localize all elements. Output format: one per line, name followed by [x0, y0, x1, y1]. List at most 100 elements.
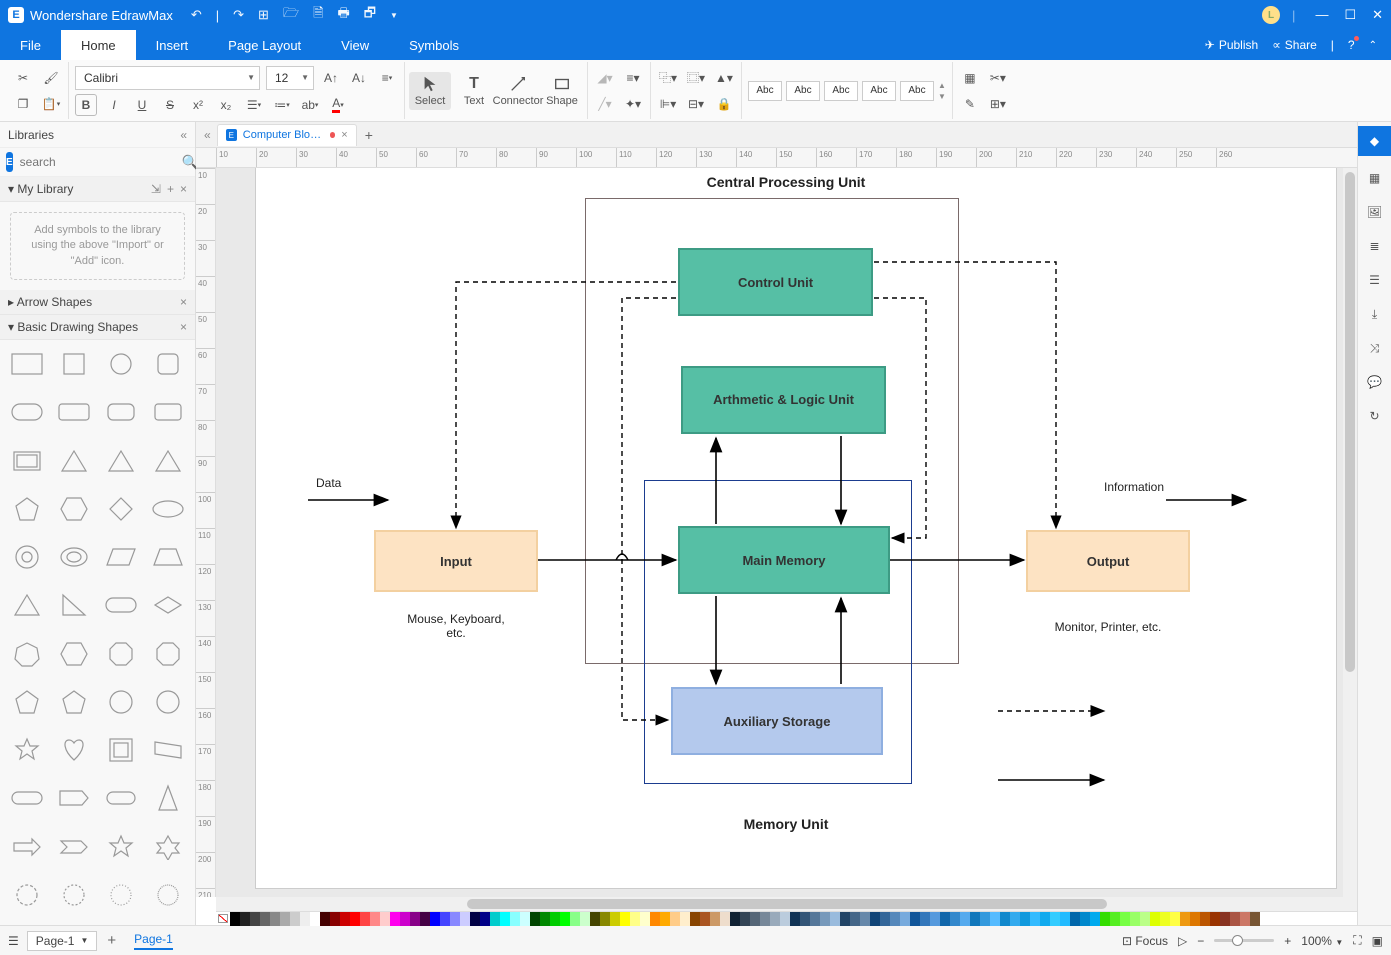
color-swatch[interactable]	[800, 912, 810, 926]
style-scroll-up[interactable]: ▲	[938, 81, 946, 90]
color-swatch[interactable]	[430, 912, 440, 926]
print-button[interactable]: 🖶	[338, 4, 350, 26]
grid-panel-icon[interactable]: ▦	[1363, 166, 1387, 190]
canvas[interactable]: Central Processing Unit Memory Unit Cont…	[216, 168, 1357, 897]
color-swatch[interactable]	[670, 912, 680, 926]
color-swatch[interactable]	[820, 912, 830, 926]
style-preset-1[interactable]: Abc	[748, 81, 782, 101]
color-swatch[interactable]	[250, 912, 260, 926]
color-swatch[interactable]	[420, 912, 430, 926]
color-swatch[interactable]	[1170, 912, 1180, 926]
export-button[interactable]: 🗗	[364, 4, 376, 26]
color-swatch[interactable]	[600, 912, 610, 926]
comment-panel-icon[interactable]: 💬	[1363, 370, 1387, 394]
block-output[interactable]: Output	[1026, 530, 1190, 592]
color-swatch[interactable]	[280, 912, 290, 926]
color-swatch[interactable]	[500, 912, 510, 926]
color-swatch[interactable]	[330, 912, 340, 926]
shape-triangle-iso[interactable]	[6, 587, 47, 623]
shape-rounded-rect-3[interactable]	[101, 394, 142, 430]
color-swatch[interactable]	[240, 912, 250, 926]
color-swatch[interactable]	[490, 912, 500, 926]
shape-pentagon-2[interactable]	[6, 684, 47, 720]
effects-button[interactable]: ✦▾	[622, 93, 644, 115]
publish-button[interactable]: ✈Publish	[1205, 38, 1258, 52]
color-swatch[interactable]	[1040, 912, 1050, 926]
style-preset-3[interactable]: Abc	[824, 81, 858, 101]
label-information[interactable]: Information	[1104, 480, 1164, 494]
tab-view[interactable]: View	[321, 30, 389, 60]
close-section-icon[interactable]: ×	[180, 295, 187, 309]
library-logo-icon[interactable]: E	[6, 152, 13, 172]
close-section-icon[interactable]: ×	[180, 320, 187, 334]
lock-button[interactable]: 🔒	[713, 93, 735, 115]
fit-page-button[interactable]: ⛶	[1353, 933, 1361, 948]
shape-hexagon[interactable]	[53, 491, 94, 527]
color-swatch[interactable]	[960, 912, 970, 926]
color-swatch[interactable]	[1150, 912, 1160, 926]
font-family-dropdown[interactable]: Calibri▼	[75, 66, 260, 90]
block-input[interactable]: Input	[374, 530, 538, 592]
shape-tag[interactable]	[53, 780, 94, 816]
color-swatch[interactable]	[260, 912, 270, 926]
color-swatch[interactable]	[290, 912, 300, 926]
arrange-button[interactable]: ⿴▾	[685, 67, 707, 89]
shape-octagon[interactable]	[101, 636, 142, 672]
color-swatch[interactable]	[1230, 912, 1240, 926]
color-swatch[interactable]	[340, 912, 350, 926]
color-swatch[interactable]	[780, 912, 790, 926]
shape-rectangle[interactable]	[6, 346, 47, 382]
color-swatch[interactable]	[790, 912, 800, 926]
tab-home[interactable]: Home	[61, 30, 136, 60]
color-swatch[interactable]	[640, 912, 650, 926]
shape-ellipse[interactable]	[148, 491, 189, 527]
new-button[interactable]: ⊞	[258, 7, 269, 23]
shape-donut[interactable]	[6, 539, 47, 575]
add-page-button[interactable]: +	[107, 932, 116, 949]
color-swatch[interactable]	[380, 912, 390, 926]
color-swatch[interactable]	[1030, 912, 1040, 926]
underline-button[interactable]: U	[131, 94, 153, 116]
diagram-title-memory[interactable]: Memory Unit	[676, 816, 896, 832]
color-swatch[interactable]	[880, 912, 890, 926]
color-swatch[interactable]	[610, 912, 620, 926]
shape-triangle-tall[interactable]	[148, 780, 189, 816]
block-alu[interactable]: Arthmetic & Logic Unit	[681, 366, 886, 434]
cut-button[interactable]: ✂	[12, 67, 34, 89]
decrease-font-button[interactable]: A↓	[348, 67, 370, 89]
color-swatch[interactable]	[1160, 912, 1170, 926]
color-swatch[interactable]	[770, 912, 780, 926]
style-scroll-down[interactable]: ▼	[938, 92, 946, 101]
shape-pentagon-3[interactable]	[53, 684, 94, 720]
increase-font-button[interactable]: A↑	[320, 67, 342, 89]
select-tool[interactable]: Select	[409, 72, 451, 110]
fullscreen-button[interactable]: ▣	[1372, 934, 1383, 948]
shape-star-6[interactable]	[148, 829, 189, 865]
zoom-in-button[interactable]: +	[1284, 934, 1291, 948]
line-color-button[interactable]: ╱▾	[594, 93, 616, 115]
block-control-unit[interactable]: Control Unit	[678, 248, 873, 316]
color-swatch[interactable]	[410, 912, 420, 926]
color-swatch[interactable]	[580, 912, 590, 926]
distribute-button[interactable]: ⊟▾	[685, 93, 707, 115]
color-swatch[interactable]	[590, 912, 600, 926]
color-swatch[interactable]	[560, 912, 570, 926]
color-swatch[interactable]	[310, 912, 320, 926]
no-fill-swatch[interactable]	[216, 912, 230, 925]
shape-hexagon-2[interactable]	[53, 636, 94, 672]
shape-stadium[interactable]	[101, 587, 142, 623]
shape-pill[interactable]	[101, 780, 142, 816]
help-button[interactable]: ?	[1348, 38, 1355, 52]
color-swatch[interactable]	[710, 912, 720, 926]
color-swatch[interactable]	[480, 912, 490, 926]
style-preset-5[interactable]: Abc	[900, 81, 934, 101]
color-swatch[interactable]	[1060, 912, 1070, 926]
outline-panel-icon[interactable]: ☰	[1363, 268, 1387, 292]
shape-arrow-right-2[interactable]	[53, 829, 94, 865]
numbered-list-button[interactable]: ≔▾	[271, 94, 293, 116]
shape-trapezoid[interactable]	[148, 539, 189, 575]
group-button[interactable]: ⿻▾	[657, 67, 679, 89]
shape-burst-8[interactable]	[6, 877, 47, 913]
color-swatch[interactable]	[650, 912, 660, 926]
close-button[interactable]: ✕	[1372, 7, 1383, 23]
